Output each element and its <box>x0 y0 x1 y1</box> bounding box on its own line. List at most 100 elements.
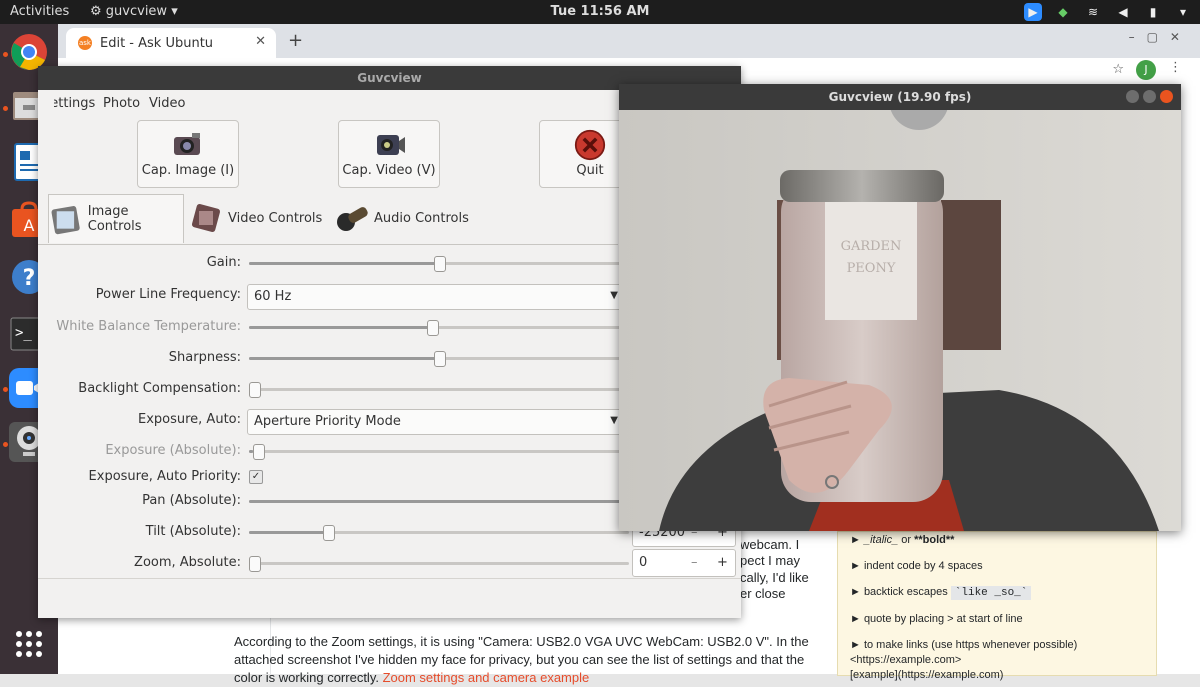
browser-tab[interactable]: ask Edit - Ask Ubuntu ✕ <box>66 28 276 58</box>
video-preview-window: Guvcview (19.90 fps) GARDEN PEONY <box>619 84 1181 531</box>
profile-avatar[interactable]: J <box>1136 60 1156 80</box>
menu-settings[interactable]: Settings <box>54 96 95 111</box>
control-slider[interactable] <box>249 562 629 565</box>
dropdown-value: 60 Hz <box>254 289 292 304</box>
control-checkbox[interactable]: ✓ <box>249 470 263 484</box>
svg-text:?: ? <box>23 266 36 291</box>
system-tray[interactable]: ▶ ◆ ≋ ◀ ▮ ▾ <box>1024 3 1192 21</box>
control-dropdown[interactable]: Aperture Priority Mode ▼ <box>247 409 623 435</box>
help-links: ► to make links (use https whenever poss… <box>850 639 1078 651</box>
show-applications-icon[interactable] <box>9 624 49 664</box>
microphone-icon <box>337 207 368 231</box>
jar-label-line-2: PEONY <box>847 261 896 276</box>
help-bold: **bold** <box>914 534 955 546</box>
video-controls-icon <box>191 203 221 233</box>
svg-text:>_: >_ <box>15 325 32 341</box>
post-text-fragment: pect I may <box>740 553 800 568</box>
zoom-settings-link[interactable]: Zoom settings and camera example <box>383 670 590 685</box>
clock[interactable]: Tue 11:56 AM <box>0 4 1200 19</box>
capture-image-button[interactable]: Cap. Image (I) <box>137 120 239 188</box>
quit-icon <box>574 129 606 161</box>
dropdown-arrow-icon: ▼ <box>610 415 618 426</box>
video-camera-icon <box>377 135 405 155</box>
capture-image-label: Cap. Image (I) <box>141 163 235 178</box>
post-paragraph: According to the Zoom settings, it is us… <box>234 633 824 687</box>
control-label: Backlight Compensation: <box>78 381 241 396</box>
zoom-decrement-button[interactable]: – <box>691 555 698 570</box>
video-frame[interactable]: GARDEN PEONY <box>619 110 1181 531</box>
zoom-tray-icon[interactable]: ▶ <box>1024 3 1042 21</box>
controls-tabs: Image Controls Video Controls Audio Cont… <box>38 194 618 245</box>
tab-video-controls[interactable]: Video Controls <box>188 194 328 242</box>
tab-video-controls-label: Video Controls <box>228 210 323 226</box>
help-links-example2: [example](https://example.com) <box>850 669 1004 681</box>
close-icon[interactable] <box>1160 90 1173 103</box>
minimize-icon[interactable] <box>1126 90 1139 103</box>
help-backtick: ► backtick escapes `like _so_` <box>850 586 1032 600</box>
slider-handle[interactable] <box>253 444 265 460</box>
control-dropdown[interactable]: 60 Hz ▼ <box>247 284 623 310</box>
dropdown-value: Aperture Priority Mode <box>254 414 401 429</box>
control-slider[interactable] <box>249 531 629 534</box>
help-quote: ► quote by placing > at start of line <box>850 613 1023 625</box>
help-indent: ► indent code by 4 spaces <box>850 560 983 572</box>
control-label: Pan (Absolute): <box>142 493 241 508</box>
control-slider[interactable] <box>249 326 629 329</box>
menu-photo[interactable]: Photo <box>103 96 140 111</box>
camera-icon <box>174 133 200 155</box>
slider-fill <box>249 500 629 503</box>
control-label: White Balance Temperature: <box>56 319 241 334</box>
slider-handle[interactable] <box>323 525 335 541</box>
new-tab-icon[interactable]: + <box>288 30 303 51</box>
control-label: Exposure, Auto Priority: <box>88 469 241 484</box>
running-indicator <box>3 106 8 111</box>
battery-icon[interactable]: ▮ <box>1144 3 1162 21</box>
volume-icon[interactable]: ◀ <box>1114 3 1132 21</box>
formatting-help-box: ► _italic_ or **bold** ► indent code by … <box>837 531 1157 681</box>
controls-footer <box>38 578 741 619</box>
slider-handle[interactable] <box>249 556 261 572</box>
help-italic-bold: ► _italic_ or **bold** <box>850 534 954 546</box>
help-or: or <box>898 534 915 546</box>
running-indicator <box>3 52 8 57</box>
control-slider[interactable] <box>249 450 629 453</box>
control-label: Sharpness: <box>168 350 241 365</box>
maximize-icon[interactable] <box>1143 90 1156 103</box>
post-text-fragment: cally, I'd like <box>740 570 809 585</box>
slider-handle[interactable] <box>249 382 261 398</box>
help-backtick-code: `like _so_` <box>950 586 1032 600</box>
control-slider[interactable] <box>249 388 629 391</box>
wifi-icon[interactable]: ≋ <box>1084 3 1102 21</box>
zoom-increment-button[interactable]: + <box>717 555 728 570</box>
slider-fill <box>249 531 325 534</box>
browser-menu-icon[interactable]: ⋮ <box>1169 60 1182 75</box>
image-controls-icon <box>51 206 80 235</box>
zoom-spinbox[interactable]: 0 – + <box>632 549 736 577</box>
close-tab-icon[interactable]: ✕ <box>255 34 266 49</box>
slider-handle[interactable] <box>434 351 446 367</box>
menu-video[interactable]: Video <box>149 96 185 111</box>
tab-audio-controls[interactable]: Audio Controls <box>334 194 474 242</box>
control-label: Exposure (Absolute): <box>105 443 241 458</box>
tab-title: Edit - Ask Ubuntu <box>100 35 214 51</box>
post-text-fragment: er close <box>740 586 786 601</box>
power-menu-icon[interactable]: ▾ <box>1174 3 1192 21</box>
zoom-value: 0 <box>639 555 648 570</box>
tab-image-controls[interactable]: Image Controls <box>48 194 184 243</box>
shield-icon[interactable]: ◆ <box>1054 3 1072 21</box>
running-indicator <box>3 442 8 447</box>
tab-audio-controls-label: Audio Controls <box>374 210 469 226</box>
slider-fill <box>249 326 431 329</box>
video-window-title[interactable]: Guvcview (19.90 fps) <box>619 84 1181 110</box>
browser-window-controls[interactable]: –▢✕ <box>1129 30 1192 44</box>
svg-text:A: A <box>24 216 35 235</box>
video-window-controls <box>1126 90 1173 103</box>
control-label: Power Line Frequency: <box>95 287 241 302</box>
slider-handle[interactable] <box>427 320 439 336</box>
capture-video-button[interactable]: Cap. Video (V) <box>338 120 440 188</box>
slider-handle[interactable] <box>434 256 446 272</box>
bookmark-star-icon[interactable]: ☆ <box>1112 62 1124 77</box>
control-slider[interactable] <box>249 500 629 503</box>
jar-label-line-1: GARDEN <box>841 239 902 254</box>
slider-fill <box>249 357 439 360</box>
